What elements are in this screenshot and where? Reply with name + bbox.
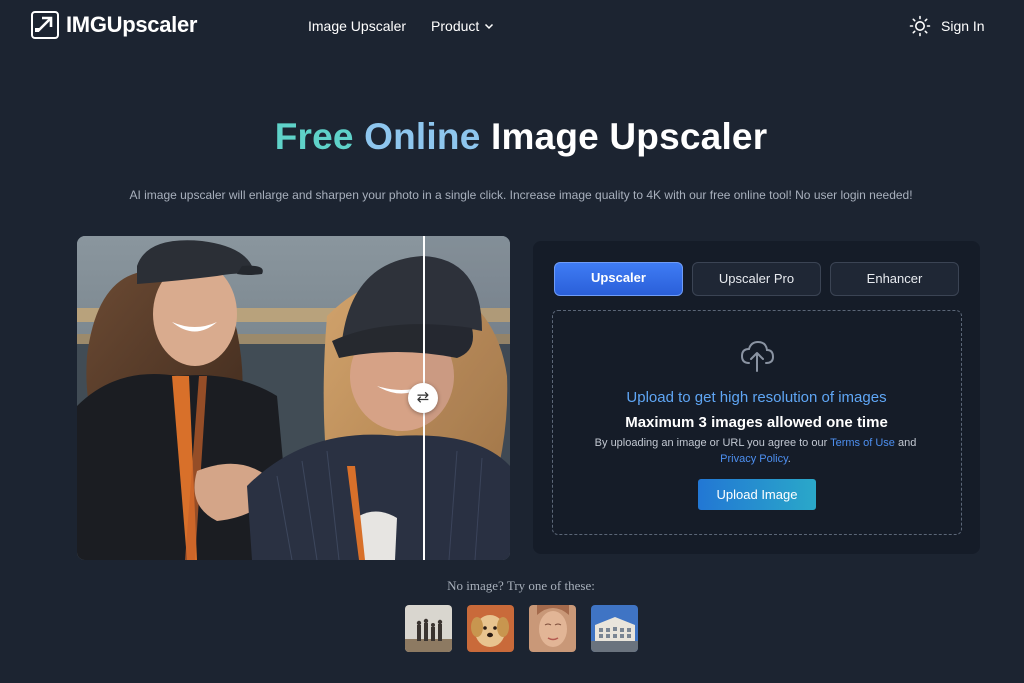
title-word-free: Free [274,116,354,157]
upload-image-button[interactable]: Upload Image [698,479,816,510]
samples-label: No image? Try one of these: [447,578,595,593]
page-subtitle: AI image upscaler will enlarge and sharp… [129,188,913,202]
chevron-down-icon [485,23,494,30]
title-rest: Image Upscaler [490,116,768,157]
upload-headline: Upload to get high resolution of images [626,389,887,406]
tab-enhancer[interactable]: Enhancer [830,262,959,296]
tab-upscaler[interactable]: Upscaler [554,262,683,296]
page-title: Free Online Image Upscaler [0,116,1024,158]
nav-image-upscaler[interactable]: Image Upscaler [308,18,406,34]
privacy-policy-link[interactable]: Privacy Policy [720,453,788,465]
sample-puppy[interactable] [467,605,514,652]
comparison-photo [77,236,510,560]
upload-dropzone[interactable]: Upload to get high resolution of images … [552,310,962,535]
sign-in-link[interactable]: Sign In [941,18,985,34]
cloud-upload-icon [740,340,775,372]
upload-panel: Upscaler Upscaler Pro Enhancer Upload to… [533,241,980,554]
logo-icon [31,11,59,39]
nav-image-upscaler-label: Image Upscaler [308,18,407,34]
before-after-comparison[interactable]: ⇄ [77,236,510,560]
terms-of-use-link[interactable]: Terms of Use [830,437,895,449]
swap-arrows-icon[interactable]: ⇄ [408,383,438,413]
title-word-online: Online [364,116,481,157]
tab-upscaler-pro[interactable]: Upscaler Pro [692,262,821,296]
terms-suffix: . [787,453,791,465]
brand-name: IMGUpscaler [66,12,198,37]
nav-product[interactable]: Product [431,18,494,34]
upload-terms: By uploading an image or URL you agree t… [583,435,928,467]
nav-product-label: Product [431,18,480,34]
main-nav: Image Upscaler Product [308,18,494,34]
terms-and: and [897,437,917,449]
sample-family-beach[interactable] [405,605,452,652]
sample-building[interactable] [591,605,638,652]
brand-logo[interactable]: IMGUpscaler [31,11,198,39]
terms-prefix: By uploading an image or URL you agree t… [594,437,828,449]
top-navbar: IMGUpscaler Image Upscaler Product Sign … [0,0,1024,52]
upload-limit-text: Maximum 3 images allowed one time [625,414,888,431]
sample-woman-face[interactable] [529,605,576,652]
sun-icon[interactable] [909,15,931,37]
